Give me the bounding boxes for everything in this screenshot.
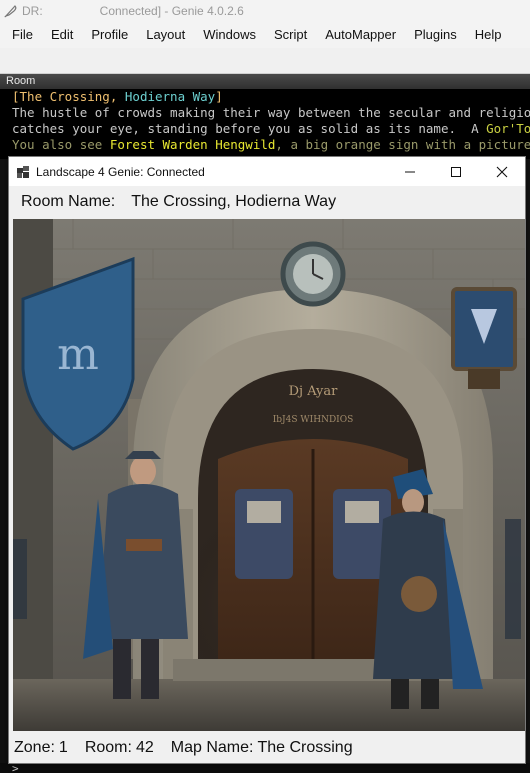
npc-gortog[interactable]: Gor'Tog: [486, 121, 530, 136]
landscape-title: Landscape 4 Genie: Connected: [36, 164, 205, 179]
menu-help[interactable]: Help: [466, 23, 511, 47]
room-title-close: ]: [215, 89, 223, 104]
maximize-icon: [451, 166, 461, 177]
room-name-value: The Crossing, Hodierna Way: [131, 193, 337, 210]
landscape-image: Dj Ayar IbJ4S WIHNDIOS m: [13, 219, 525, 731]
you-also-see: You also see: [12, 137, 110, 152]
window-icon: [17, 165, 29, 178]
scene-sign-bottom: IbJ4S WIHNDIOS: [273, 415, 354, 425]
scene-sign-top: Dj Ayar: [289, 384, 339, 399]
room-text-output: [The Crossing, Hodierna Way] The hustle …: [0, 89, 530, 159]
room-name-label: Room Name:: [21, 193, 116, 210]
room-title-open: [The Crossing,: [12, 89, 125, 104]
room-panel-title: Room: [0, 74, 530, 89]
menu-script[interactable]: Script: [265, 23, 316, 47]
svg-text:m: m: [57, 329, 99, 380]
you-also-see-rest: , a big orange sign with a picture of a …: [275, 137, 530, 152]
zone-value: 1: [58, 739, 68, 756]
feather-app-icon: [4, 5, 17, 18]
menu-edit[interactable]: Edit: [42, 23, 82, 47]
menu-layout[interactable]: Layout: [137, 23, 194, 47]
close-button[interactable]: [479, 157, 525, 186]
maximize-button[interactable]: [433, 157, 479, 186]
npc-forest-warden[interactable]: Forest Warden Hengwild: [110, 137, 276, 152]
menu-windows[interactable]: Windows: [194, 23, 265, 47]
map-name-label: Map Name:: [170, 739, 254, 756]
room-label: Room:: [84, 739, 132, 756]
menu-profile[interactable]: Profile: [82, 23, 137, 47]
menu-automapper[interactable]: AutoMapper: [316, 23, 405, 47]
room-value: 42: [135, 739, 154, 756]
toolbar-area: [0, 48, 530, 74]
main-title-bar: DR: Connected] - Genie 4.0.2.6: [0, 0, 530, 22]
zone-label: Zone:: [14, 739, 55, 756]
map-name-value: The Crossing: [257, 739, 353, 756]
room-name-row: Room Name: The Crossing, Hodierna Way: [9, 186, 525, 218]
menu-bar: File Edit Profile Layout Windows Script …: [0, 22, 530, 48]
menu-plugins[interactable]: Plugins: [405, 23, 466, 47]
window-title: Connected] - Genie 4.0.2.6: [99, 4, 244, 18]
background-left-strip: [0, 159, 8, 764]
scene-illustration: Dj Ayar IbJ4S WIHNDIOS m: [13, 219, 525, 731]
landscape-title-bar[interactable]: Landscape 4 Genie: Connected: [9, 157, 525, 186]
close-icon: [496, 166, 508, 177]
room-description-line-2: catches your eye, standing before you as…: [12, 121, 487, 136]
room-title-highlight: Hodierna Way: [124, 89, 216, 104]
menu-file[interactable]: File: [0, 23, 42, 47]
window-title-prefix: DR:: [22, 4, 43, 18]
room-description-line-1: The hustle of crowds making their way be…: [12, 105, 530, 120]
minimize-icon: [405, 171, 415, 172]
minimize-button[interactable]: [387, 157, 433, 186]
command-line-strip[interactable]: >: [0, 763, 530, 773]
landscape-window: Landscape 4 Genie: Connected Room Name: …: [8, 156, 526, 764]
status-row: Zone: 1 Room: 42 Map Name: The Crossing: [14, 737, 357, 759]
